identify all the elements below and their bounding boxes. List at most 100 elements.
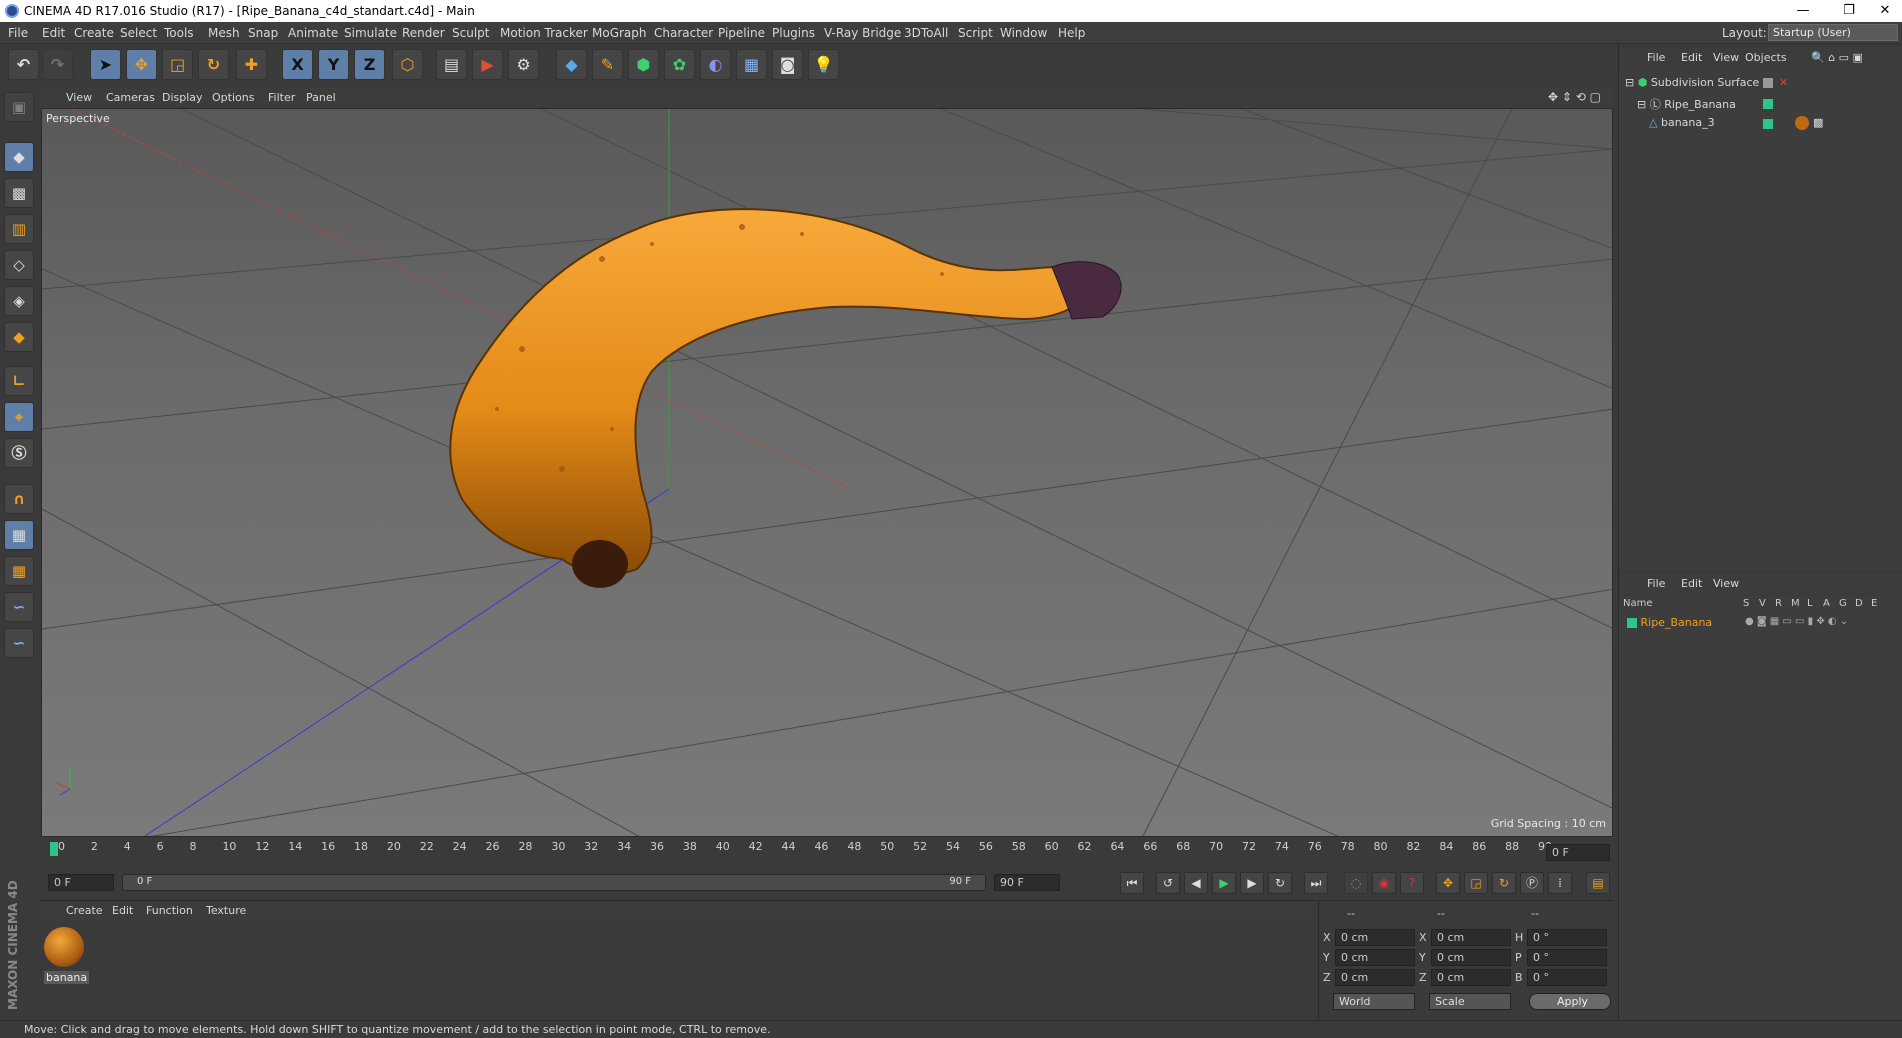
objects-menu-file[interactable]: File	[1647, 51, 1665, 64]
add-light-button[interactable]: 💡	[808, 49, 839, 80]
x-position-field[interactable]: 0 cm	[1335, 929, 1415, 946]
previous-frame-button[interactable]: ◀	[1184, 872, 1208, 894]
perspective-viewport[interactable]: Perspective Grid Spacing : 10 cm	[41, 108, 1613, 837]
viewport-menu-cameras[interactable]: Cameras	[106, 91, 155, 104]
z-axis-button[interactable]: Z	[354, 49, 385, 80]
keyframe-scale-button[interactable]: ◲	[1464, 872, 1488, 894]
viewport-menu-filter[interactable]: Filter	[268, 91, 295, 104]
axis-mode-button[interactable]: ∟	[4, 366, 34, 396]
menu-simulate[interactable]: Simulate	[344, 26, 397, 40]
record-active-objects-button[interactable]: ◉	[1372, 872, 1396, 894]
workplane-lock-button[interactable]: ▦	[4, 520, 34, 550]
object-row-subdivision-surface[interactable]: ⊟ ⬢ Subdivision Surface ✕	[1625, 76, 1899, 94]
editor-visibility-icon[interactable]	[1763, 78, 1773, 88]
menu-script[interactable]: Script	[958, 26, 993, 40]
previous-key-button[interactable]: ↺	[1156, 872, 1180, 894]
material-preview-banana[interactable]	[44, 927, 84, 967]
autokeying-button[interactable]: ?	[1400, 872, 1424, 894]
viewport-menu-display[interactable]: Display	[162, 91, 203, 104]
objects-menu-objects[interactable]: Objects	[1745, 51, 1787, 64]
size-mode-select[interactable]: Scale	[1429, 993, 1511, 1010]
menu-sculpt[interactable]: Sculpt	[452, 26, 489, 40]
material-menu-create[interactable]: Create	[66, 904, 103, 917]
keyframe-rotation-button[interactable]: ↻	[1492, 872, 1516, 894]
layer-toggle-icons[interactable]: ● ◙ ▦ ▭ ▭ ▮ ✥ ◐ ⌄	[1745, 616, 1848, 627]
menu-create[interactable]: Create	[74, 26, 114, 40]
close-button[interactable]: ✕	[1862, 0, 1902, 22]
record-off-button[interactable]: ◌	[1344, 872, 1368, 894]
expand-toggle-icon[interactable]: ⊟	[1637, 98, 1646, 111]
menu-character[interactable]: Character	[654, 26, 713, 40]
z-size-field[interactable]: 0 cm	[1431, 969, 1511, 986]
snap-button[interactable]: ∩	[4, 484, 34, 514]
menu-animate[interactable]: Animate	[288, 26, 338, 40]
go-to-start-button[interactable]: ⏮	[1120, 872, 1144, 894]
add-pen-spline-button[interactable]: ✎	[592, 49, 623, 80]
solo-button[interactable]: Ⓢ	[4, 438, 34, 468]
x-axis-button[interactable]: X	[282, 49, 313, 80]
layout-select[interactable]: Startup (User)	[1768, 24, 1898, 41]
add-cloner-button[interactable]: ✿	[664, 49, 695, 80]
menu-edit[interactable]: Edit	[42, 26, 65, 40]
render-disabled-icon[interactable]: ✕	[1779, 76, 1788, 89]
objects-menu-edit[interactable]: Edit	[1681, 51, 1702, 64]
keyframe-parameter-button[interactable]: Ⓟ	[1520, 872, 1544, 894]
add-camera-button[interactable]: ◙	[772, 49, 803, 80]
menu-snap[interactable]: Snap	[248, 26, 278, 40]
texture-mode-button[interactable]: ▩	[4, 178, 34, 208]
polygons-mode-button[interactable]: ◆	[4, 322, 34, 352]
viewport-menu-panel[interactable]: Panel	[306, 91, 336, 104]
recent-tool-button[interactable]: ✚	[236, 49, 267, 80]
menu-file[interactable]: File	[8, 26, 28, 40]
scale-tool-button[interactable]: ◲	[162, 49, 193, 80]
tweak-mode-button[interactable]: ⌖	[4, 402, 34, 432]
python-script-button-1[interactable]: ∽	[4, 592, 34, 622]
menu-tools[interactable]: Tools	[164, 26, 194, 40]
add-subdivision-button[interactable]: ⬢	[628, 49, 659, 80]
add-cube-button[interactable]: ◆	[556, 49, 587, 80]
coordinate-system-button[interactable]: ⬡	[392, 49, 423, 80]
menu-motion-tracker[interactable]: Motion Tracker	[500, 26, 588, 40]
rotate-tool-button[interactable]: ↻	[198, 49, 229, 80]
timeline-ruler[interactable]: 0 2 4 6 8 10 12 14 16 18 20 22 24 26 28 30 32 34 36 38 40 42 4…	[40, 838, 1614, 866]
b-rotation-field[interactable]: 0 °	[1527, 969, 1607, 986]
viewport-menu-view[interactable]: View	[66, 91, 92, 104]
menu-help[interactable]: Help	[1058, 26, 1085, 40]
play-button[interactable]: ▶	[1212, 872, 1236, 894]
material-menu-edit[interactable]: Edit	[112, 904, 133, 917]
material-menu-function[interactable]: Function	[146, 904, 193, 917]
menu-mesh[interactable]: Mesh	[208, 26, 240, 40]
start-frame-field[interactable]: 0 F	[48, 874, 114, 891]
make-editable-button[interactable]: ▣	[4, 92, 34, 122]
menu-plugins[interactable]: Plugins	[772, 26, 815, 40]
go-to-end-button[interactable]: ⏭	[1304, 872, 1328, 894]
playhead[interactable]	[50, 842, 58, 856]
current-frame-field[interactable]: 0 F	[1546, 844, 1610, 861]
workplane-mode-button[interactable]: ▥	[4, 214, 34, 244]
move-tool-button[interactable]: ✥	[126, 49, 157, 80]
timeline-window-button[interactable]: ▤	[1586, 872, 1610, 894]
p-rotation-field[interactable]: 0 °	[1527, 949, 1607, 966]
frame-range-slider[interactable]: 0 F 90 F	[122, 874, 986, 891]
keyframe-position-button[interactable]: ✥	[1436, 872, 1460, 894]
menu-3dtoall[interactable]: 3DToAll	[904, 26, 948, 40]
expand-toggle-icon[interactable]: ⊟	[1625, 76, 1634, 89]
points-mode-button[interactable]: ◇	[4, 250, 34, 280]
add-floor-button[interactable]: ▦	[736, 49, 767, 80]
layers-menu-view[interactable]: View	[1713, 577, 1739, 590]
end-frame-field[interactable]: 90 F	[994, 874, 1060, 891]
material-name[interactable]: banana	[44, 971, 90, 984]
uvw-tag-icon[interactable]: ▩	[1813, 116, 1823, 129]
object-row-ripe-banana[interactable]: ⊟ Ⓛ Ripe_Banana	[1637, 96, 1899, 114]
y-position-field[interactable]: 0 cm	[1335, 949, 1415, 966]
layers-menu-edit[interactable]: Edit	[1681, 577, 1702, 590]
menu-select[interactable]: Select	[120, 26, 157, 40]
add-deformer-button[interactable]: ◐	[700, 49, 731, 80]
banana-model[interactable]	[449, 208, 1094, 576]
next-key-button[interactable]: ↻	[1268, 872, 1292, 894]
menu-mograph[interactable]: MoGraph	[592, 26, 647, 40]
objects-toolbar-icons[interactable]: 🔍 ⌂ ▭ ▣	[1811, 51, 1863, 64]
menu-vray-bridge[interactable]: V-Ray Bridge	[824, 26, 901, 40]
menu-render[interactable]: Render	[402, 26, 445, 40]
coordinate-system-select[interactable]: World	[1333, 993, 1415, 1010]
